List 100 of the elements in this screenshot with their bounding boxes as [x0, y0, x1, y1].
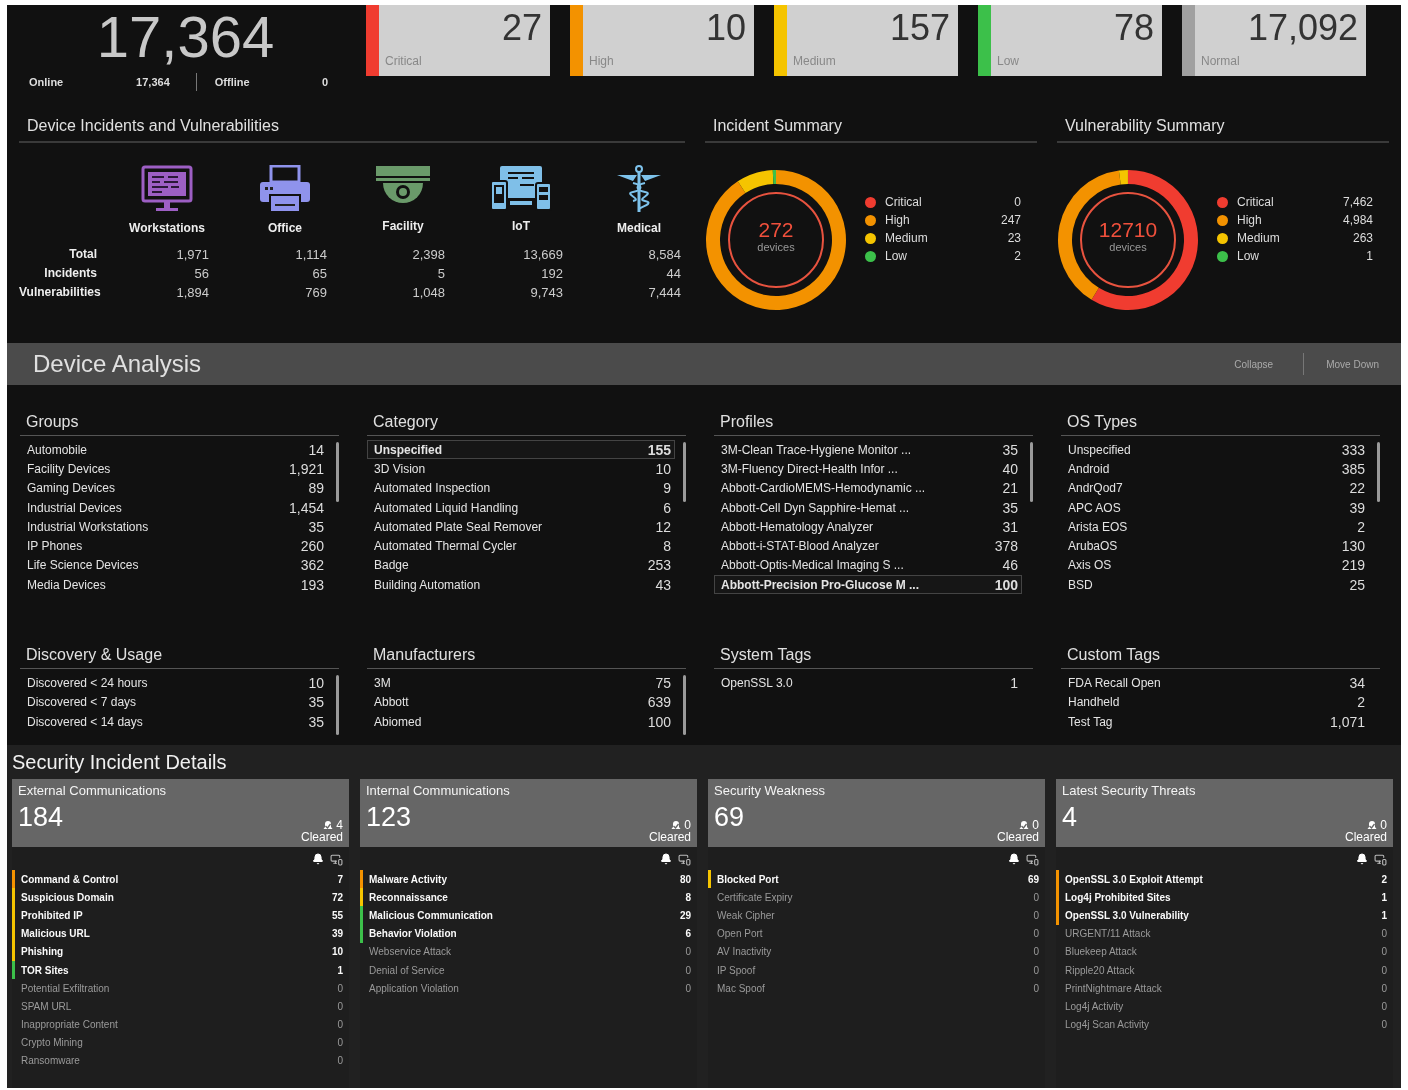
scrollbar[interactable] [1030, 442, 1033, 502]
incident-type-row[interactable]: Prohibited IP 55 [12, 906, 349, 925]
incident-type-row[interactable]: Log4j Scan Activity 0 [1056, 1015, 1393, 1034]
list-row[interactable]: Test Tag 1,071 [1061, 711, 1369, 732]
incident-type-row[interactable]: SPAM URL 0 [12, 997, 349, 1016]
incident-type-row[interactable]: IP Spoof 0 [708, 960, 1045, 980]
list-row[interactable]: Gaming Devices 89 [20, 478, 328, 498]
incident-type-row[interactable]: Log4j Activity 0 [1056, 997, 1393, 1016]
list-row[interactable]: Abbott 639 [367, 692, 675, 712]
incident-type-row[interactable]: Open Port 0 [708, 924, 1045, 943]
severity-card[interactable]: 78 Low [978, 5, 1162, 76]
list-row[interactable]: Badge 253 [367, 555, 675, 576]
list-row[interactable]: BSD 25 [1061, 575, 1369, 595]
list-row[interactable]: Discovered < 24 hours 10 [20, 673, 328, 693]
scrollbar[interactable] [336, 442, 339, 502]
incident-type-row[interactable]: Certificate Expiry 0 [708, 888, 1045, 907]
list-row[interactable]: Industrial Devices 1,454 [20, 497, 328, 518]
scrollbar[interactable] [336, 675, 339, 736]
list-row[interactable]: Abbott-Optis-Medical Imaging S ... 46 [714, 555, 1022, 576]
list-row[interactable]: 3D Vision 10 [367, 459, 675, 479]
devices-icon[interactable] [1374, 853, 1387, 866]
severity-card[interactable]: 157 Medium [774, 5, 958, 76]
list-row[interactable]: IP Phones 260 [20, 536, 328, 556]
header-action-link[interactable]: Move Down [1326, 358, 1379, 370]
incident-type-row[interactable]: Mac Spoof 0 [708, 979, 1045, 998]
bell-icon[interactable] [312, 853, 324, 865]
incident-type-row[interactable]: Behavior Violation 6 [360, 924, 697, 943]
incident-type-row[interactable]: TOR Sites 1 [12, 960, 349, 980]
list-row[interactable]: Abbott-Cell Dyn Sapphire-Hemat ... 35 [714, 497, 1022, 518]
list-row[interactable]: FDA Recall Open 34 [1061, 673, 1369, 693]
list-row[interactable]: Abiomed 100 [367, 711, 675, 732]
bell-icon[interactable] [1008, 853, 1020, 865]
scrollbar[interactable] [683, 675, 686, 736]
list-row[interactable]: Automated Plate Seal Remover 12 [367, 517, 675, 537]
list-row[interactable]: Abbott-i-STAT-Blood Analyzer 378 [714, 536, 1022, 556]
incident-type-row[interactable]: Webservice Attack 0 [360, 942, 697, 961]
list-row[interactable]: Abbott-Precision Pro-Glucose M ... 100 [714, 575, 1022, 595]
incident-type-row[interactable]: Denial of Service 0 [360, 960, 697, 980]
scrollbar[interactable] [683, 442, 686, 502]
list-row[interactable]: Automobile 14 [20, 440, 328, 460]
devices-icon[interactable] [330, 853, 343, 866]
list-row[interactable]: Abbott-Hematology Analyzer 31 [714, 517, 1022, 537]
list-row[interactable]: Automated Thermal Cycler 8 [367, 536, 675, 556]
list-row[interactable]: 3M-Fluency Direct-Health Infor ... 40 [714, 459, 1022, 479]
list-row[interactable]: Life Science Devices 362 [20, 555, 328, 576]
incident-type-row[interactable]: Bluekeep Attack 0 [1056, 942, 1393, 961]
devices-icon[interactable] [1026, 853, 1039, 866]
list-row[interactable]: Unspecified 333 [1061, 440, 1369, 460]
incident-type-row[interactable]: Log4j Prohibited Sites 1 [1056, 888, 1393, 907]
incident-type-row[interactable]: Malware Activity 80 [360, 870, 697, 889]
list-row[interactable]: Discovered < 7 days 35 [20, 692, 328, 712]
severity-card[interactable]: 17,092 Normal [1182, 5, 1366, 76]
incident-type-row[interactable]: URGENT/11 Attack 0 [1056, 924, 1393, 943]
incident-type-row[interactable]: Ripple20 Attack 0 [1056, 960, 1393, 980]
incident-type-row[interactable]: Inappropriate Content 0 [12, 1015, 349, 1034]
list-row[interactable]: Handheld 2 [1061, 692, 1369, 712]
list-row[interactable]: Discovered < 14 days 35 [20, 711, 328, 732]
severity-card[interactable]: 27 Critical [366, 5, 550, 76]
list-row[interactable]: Axis OS 219 [1061, 555, 1369, 576]
list-row[interactable]: Building Automation 43 [367, 575, 675, 595]
incident-type-row[interactable]: Phishing 10 [12, 942, 349, 961]
list-row[interactable]: Unspecified 155 [367, 440, 675, 460]
bell-icon[interactable] [660, 853, 672, 865]
list-row[interactable]: APC AOS 39 [1061, 497, 1369, 518]
scrollbar[interactable] [1377, 442, 1380, 502]
list-row[interactable]: Automated Inspection 9 [367, 478, 675, 498]
incident-type-row[interactable]: Application Violation 0 [360, 979, 697, 998]
incident-type-row[interactable]: Potential Exfiltration 0 [12, 979, 349, 998]
list-row[interactable]: Arista EOS 2 [1061, 517, 1369, 537]
incident-type-row[interactable]: Blocked Port 69 [708, 870, 1045, 889]
header-action-link[interactable]: Collapse [1234, 358, 1274, 370]
card-header[interactable]: External Communications 184 4 Cleared [12, 779, 349, 847]
incident-type-row[interactable]: Malicious Communication 29 [360, 906, 697, 925]
card-header[interactable]: Internal Communications 123 0 Cleared [360, 779, 697, 847]
incident-type-row[interactable]: OpenSSL 3.0 Vulnerability 1 [1056, 906, 1393, 925]
list-row[interactable]: Facility Devices 1,921 [20, 459, 328, 479]
list-row[interactable]: OpenSSL 3.0 1 [714, 673, 1022, 693]
incident-type-row[interactable]: Suspicious Domain 72 [12, 888, 349, 907]
list-row[interactable]: Automated Liquid Handling 6 [367, 497, 675, 518]
card-header[interactable]: Latest Security Threats 4 0 Cleared [1056, 779, 1393, 847]
incident-type-row[interactable]: AV Inactivity 0 [708, 942, 1045, 961]
incident-type-row[interactable]: Reconnaissance 8 [360, 888, 697, 907]
incident-type-row[interactable]: Malicious URL 39 [12, 924, 349, 943]
severity-card[interactable]: 10 High [570, 5, 754, 76]
incident-type-row[interactable]: Crypto Mining 0 [12, 1033, 349, 1052]
bell-icon[interactable] [1356, 853, 1368, 865]
list-row[interactable]: 3M-Clean Trace-Hygiene Monitor ... 35 [714, 440, 1022, 460]
incident-type-row[interactable]: OpenSSL 3.0 Exploit Attempt 2 [1056, 870, 1393, 889]
incident-type-row[interactable]: Command & Control 7 [12, 870, 349, 889]
devices-icon[interactable] [678, 853, 691, 866]
list-row[interactable]: AndrQod7 22 [1061, 478, 1369, 498]
list-row[interactable]: 3M 75 [367, 673, 675, 693]
list-row[interactable]: Android 385 [1061, 459, 1369, 479]
list-row[interactable]: Abbott-CardioMEMS-Hemodynamic ... 21 [714, 478, 1022, 498]
list-row[interactable]: ArubaOS 130 [1061, 536, 1369, 556]
incident-type-row[interactable]: Weak Cipher 0 [708, 906, 1045, 925]
list-row[interactable]: Media Devices 193 [20, 575, 328, 595]
incident-type-row[interactable]: Ransomware 0 [12, 1051, 349, 1071]
incident-type-row[interactable]: PrintNightmare Attack 0 [1056, 979, 1393, 998]
list-row[interactable]: Industrial Workstations 35 [20, 517, 328, 537]
